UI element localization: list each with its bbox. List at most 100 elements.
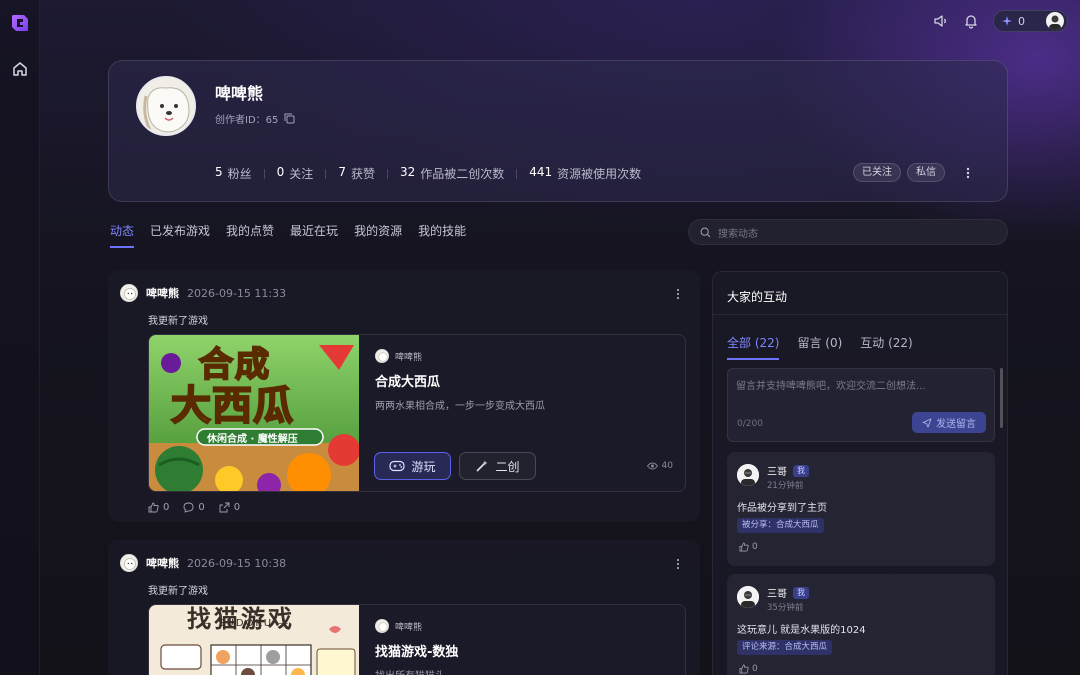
message-button[interactable]: 私信 — [907, 163, 945, 182]
post-author[interactable]: 啤啤熊 — [146, 285, 179, 301]
stat-label: 获赞 — [350, 167, 375, 181]
tab-my-likes[interactable]: 我的点赞 — [226, 222, 274, 248]
tab-my-resources[interactable]: 我的资源 — [354, 222, 402, 248]
more-options-icon[interactable] — [961, 166, 975, 180]
post-text: 我更新了游戏 — [148, 316, 208, 327]
commenter-name: 三哥 我 — [767, 463, 809, 478]
interaction-tabs: 全部 (22) 留言 (0) 互动 (22) — [727, 334, 913, 360]
source-tag[interactable]: 被分享：合成大西瓜 — [737, 518, 824, 533]
divider — [325, 168, 327, 179]
stat-resources-used: 441 资源被使用次数 — [529, 165, 641, 182]
stat-remixed: 32 作品被二创次数 — [400, 165, 504, 182]
share-icon — [219, 502, 230, 513]
search-input[interactable]: 搜索动态 — [718, 225, 758, 240]
sparkle-icon — [1002, 16, 1012, 26]
post-card: 啤啤熊 2026-09-15 11:33 我更新了游戏 合成 大西瓜 休闲合成 … — [108, 270, 700, 522]
comment-input[interactable] — [736, 377, 984, 407]
commenter-name-text[interactable]: 三哥 — [767, 585, 787, 600]
remix-button[interactable]: 二创 — [459, 452, 536, 480]
share-count: 0 — [233, 502, 241, 513]
game-author-avatar — [375, 619, 389, 633]
tab-interactions[interactable]: 互动 (22) — [860, 334, 912, 360]
game-title[interactable]: 合成大西瓜 — [375, 371, 440, 390]
credits-pill[interactable]: 0 — [993, 10, 1068, 32]
search-activity[interactable]: 搜索动态 — [688, 219, 1008, 245]
credits-count: 0 — [1018, 14, 1025, 28]
post-header: 啤啤熊 2026-09-15 10:38 — [120, 554, 286, 572]
views-number: 40 — [661, 461, 673, 471]
commenter-name-text[interactable]: 三哥 — [767, 463, 787, 478]
comment-button[interactable]: 0 — [183, 502, 205, 513]
divider — [713, 314, 1007, 315]
tab-published-games[interactable]: 已发布游戏 — [150, 222, 210, 248]
profile-stats: 5 粉丝 0 关注 7 获赞 32 作品被二创次数 441 资源被使用次数 — [215, 165, 641, 182]
game-title[interactable]: 找猫游戏-数独 — [375, 641, 458, 660]
stat-number: 7 — [338, 165, 346, 179]
thumbs-up-icon — [739, 542, 749, 552]
game-description: 两两水果相合成，一步一步变成大西瓜 — [375, 401, 545, 412]
stat-label: 关注 — [289, 167, 314, 181]
commenter-name: 三哥 我 — [767, 585, 809, 600]
speaker-icon[interactable] — [933, 13, 949, 29]
share-button[interactable]: 0 — [219, 502, 240, 513]
post-card: 啤啤熊 2026-09-15 10:38 我更新了游戏 找猫游戏 — SUDOK… — [108, 540, 700, 675]
comment-box: 0/200 发送留言 — [727, 368, 995, 442]
game-author: 啤啤熊 — [375, 619, 422, 633]
play-button[interactable]: 游玩 — [374, 452, 451, 480]
sidebar — [0, 0, 40, 675]
post-author[interactable]: 啤啤熊 — [146, 555, 179, 571]
comment-count: 0 — [198, 502, 205, 513]
scrollbar[interactable] — [1000, 368, 1003, 428]
game-cover[interactable]: 合成 大西瓜 休闲合成 · 魔性解压 — [149, 335, 359, 491]
post-avatar[interactable] — [120, 284, 138, 302]
stat-number: 0 — [276, 165, 285, 179]
search-icon — [700, 227, 711, 237]
stat-number: 32 — [399, 165, 416, 179]
more-options-icon[interactable] — [672, 558, 684, 570]
divider — [516, 168, 518, 179]
tab-activity[interactable]: 动态 — [110, 222, 135, 248]
game-description: 找出所有猫猫头 — [375, 667, 445, 675]
game-card[interactable]: 合成 大西瓜 休闲合成 · 魔性解压 啤啤熊 合成大西瓜 两两水果相合成，一步一… — [148, 334, 686, 492]
like-button[interactable]: 0 — [148, 502, 169, 513]
source-tag[interactable]: 评论来源：合成大西瓜 — [737, 640, 833, 655]
creator-id-text: 创作者ID：65 — [215, 115, 279, 126]
profile-avatar — [136, 76, 196, 136]
comment-time: 21分钟前 — [767, 481, 804, 491]
followed-button[interactable]: 已关注 — [853, 163, 901, 182]
profile-card: 啤啤熊 创作者ID：65 5 粉丝 0 关注 7 获赞 32 作品被二创次数 441 资源… — [108, 60, 1008, 202]
like-count: 0 — [163, 502, 170, 513]
tab-recently-played[interactable]: 最近在玩 — [290, 222, 338, 248]
avatar[interactable] — [737, 586, 759, 608]
like-button[interactable]: 0 — [739, 664, 758, 674]
send-label: 发送留言 — [936, 419, 976, 430]
game-author-avatar — [375, 349, 389, 363]
tab-comments[interactable]: 留言 (0) — [797, 334, 842, 360]
app-logo[interactable] — [10, 13, 30, 33]
stat-fans[interactable]: 5 粉丝 — [215, 165, 252, 182]
like-button[interactable]: 0 — [739, 542, 758, 552]
send-comment-button[interactable]: 发送留言 — [912, 412, 986, 433]
me-badge: 我 — [793, 586, 809, 599]
home-icon[interactable] — [11, 60, 29, 78]
game-author-name: 啤啤熊 — [395, 352, 423, 363]
comment-icon — [183, 502, 194, 513]
stat-following[interactable]: 0 关注 — [277, 165, 314, 182]
divider — [263, 168, 265, 179]
more-options-icon[interactable] — [672, 288, 684, 300]
creator-id: 创作者ID：65 — [215, 111, 295, 126]
game-card[interactable]: 找猫游戏 — SUDOKU — 啤啤熊 找猫游戏-数独 — [148, 604, 686, 675]
tab-my-skills[interactable]: 我的技能 — [418, 222, 466, 248]
char-count: 0/200 — [737, 419, 763, 429]
user-avatar[interactable] — [1046, 12, 1064, 30]
tab-all[interactable]: 全部 (22) — [727, 334, 780, 360]
copy-icon[interactable] — [284, 113, 295, 124]
game-cover[interactable]: 找猫游戏 — SUDOKU — — [149, 605, 359, 675]
stat-likes: 7 获赞 — [338, 165, 375, 182]
post-avatar[interactable] — [120, 554, 138, 572]
game-author: 啤啤熊 — [375, 349, 422, 363]
bell-icon[interactable] — [963, 13, 979, 29]
stat-number: 441 — [529, 165, 553, 179]
avatar[interactable] — [737, 464, 759, 486]
comment-text: 这玩意儿 就是水果版的1024 — [737, 625, 866, 636]
